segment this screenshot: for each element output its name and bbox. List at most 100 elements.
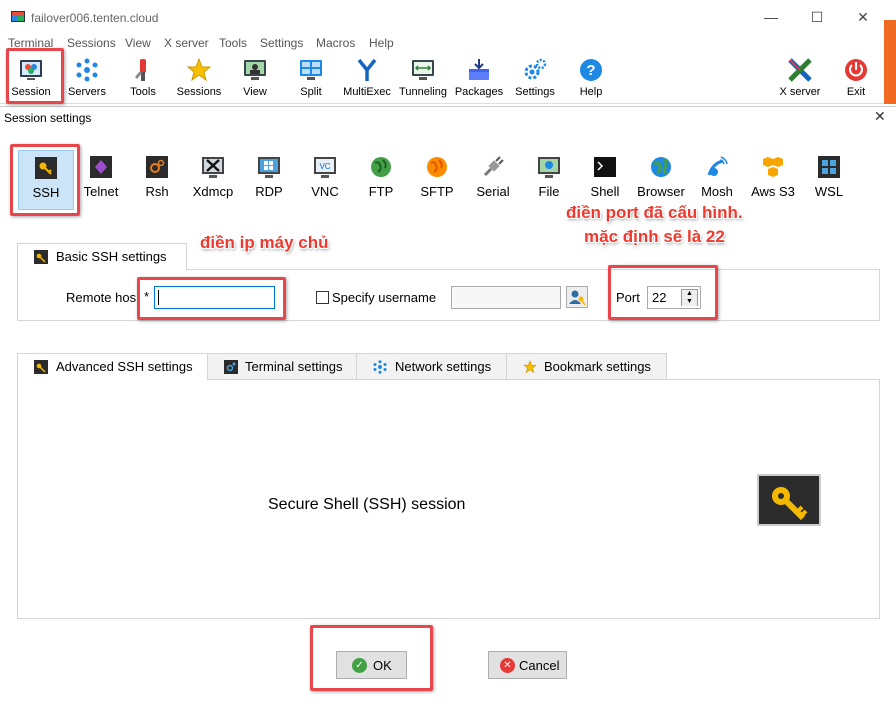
svg-text:?: ? xyxy=(586,62,595,79)
session-type-ftp-label: FTP xyxy=(368,184,394,199)
minimize-button[interactable]: — xyxy=(748,5,794,29)
toolbar-tools-button[interactable]: Tools xyxy=(115,54,171,102)
session-type-shell[interactable]: Shell xyxy=(577,150,633,210)
toolbar-settings-label: Settings xyxy=(515,86,555,98)
toolbar-sessions-label: Sessions xyxy=(176,86,222,98)
rsh-icon xyxy=(146,156,168,178)
session-icon xyxy=(20,60,42,80)
tab-network-settings-label: Network settings xyxy=(395,359,492,374)
menu-macros[interactable]: Macros xyxy=(316,36,355,50)
svg-text:VC: VC xyxy=(319,162,330,171)
remote-host-input[interactable] xyxy=(154,286,275,309)
toolbar-session-button[interactable]: Session xyxy=(3,54,59,102)
session-type-rsh-label: Rsh xyxy=(145,184,169,199)
session-type-file[interactable]: File xyxy=(521,150,577,210)
toolbar-view-label: View xyxy=(243,86,267,98)
window-close-button[interactable]: ✕ xyxy=(840,5,886,29)
toolbar-sessions-button[interactable]: Sessions xyxy=(171,54,227,102)
session-type-rdp[interactable]: RDP xyxy=(241,150,297,210)
telnet-icon xyxy=(90,156,112,178)
session-description: Secure Shell (SSH) session xyxy=(268,496,466,513)
toolbar-view-button[interactable]: View xyxy=(227,54,283,102)
toolbar-packages-button[interactable]: Packages xyxy=(451,54,507,102)
text-caret xyxy=(158,290,159,305)
vnc-icon: VC xyxy=(314,157,336,178)
spin-down-icon[interactable]: ▼ xyxy=(682,298,697,306)
ok-button[interactable]: ✓ OK xyxy=(336,651,407,679)
tab-advanced-ssh-label: Advanced SSH settings xyxy=(56,359,193,374)
session-type-ssh-label: SSH xyxy=(32,185,60,200)
xdmcp-icon xyxy=(202,157,224,178)
session-type-awss3[interactable]: Aws S3 xyxy=(745,150,801,210)
basic-settings-panel: Remote hos * Specify username Port 22 ▲ … xyxy=(17,269,880,321)
menu-xserver[interactable]: X server xyxy=(164,36,209,50)
toolbar-help-button[interactable]: ? Help xyxy=(563,54,619,102)
session-type-xdmcp[interactable]: Xdmcp xyxy=(185,150,241,210)
session-type-awss3-label: Aws S3 xyxy=(751,184,795,199)
help-icon: ? xyxy=(580,59,602,81)
session-type-mosh-label: Mosh xyxy=(701,184,733,199)
toolbar-tunneling-button[interactable]: Tunneling xyxy=(395,54,451,102)
tab-bookmark-settings-label: Bookmark settings xyxy=(544,359,651,374)
mosh-antenna-icon xyxy=(707,156,728,176)
toolbar-xserver-button[interactable]: X server xyxy=(772,54,828,102)
toolbar-packages-label: Packages xyxy=(454,86,504,98)
session-type-xdmcp-label: Xdmcp xyxy=(192,184,234,199)
session-type-file-label: File xyxy=(538,184,560,199)
tab-bookmark-settings[interactable]: Bookmark settings xyxy=(506,353,667,380)
packages-icon xyxy=(469,59,489,80)
tab-basic-ssh-settings[interactable]: Basic SSH settings xyxy=(17,243,187,270)
tab-advanced-ssh-settings[interactable]: Advanced SSH settings xyxy=(17,353,208,380)
dialog-title: Session settings xyxy=(4,111,92,125)
session-type-telnet-label: Telnet xyxy=(83,184,119,199)
tab-terminal-settings[interactable]: Terminal settings xyxy=(207,353,357,380)
sftp-globe-icon xyxy=(427,157,447,177)
session-type-vnc[interactable]: VC VNC xyxy=(297,150,353,210)
toolbar-settings-button[interactable]: Settings xyxy=(507,54,563,102)
menu-view[interactable]: View xyxy=(125,36,151,50)
session-type-telnet[interactable]: Telnet xyxy=(73,150,129,210)
toolbar-multiexec-button[interactable]: MultiExec xyxy=(339,54,395,102)
maximize-button[interactable]: ☐ xyxy=(794,5,840,29)
session-type-wsl[interactable]: WSL xyxy=(801,150,857,210)
view-icon xyxy=(244,60,266,80)
ssh-key-small-icon xyxy=(34,360,48,374)
session-type-sftp-label: SFTP xyxy=(420,184,454,199)
port-spinner[interactable]: 22 ▲ ▼ xyxy=(647,286,701,309)
split-icon xyxy=(300,60,322,80)
toolbar-multiexec-label: MultiExec xyxy=(343,86,391,98)
session-type-mosh[interactable]: Mosh xyxy=(689,150,745,210)
user-key-icon xyxy=(569,290,586,306)
menu-terminal[interactable]: Terminal xyxy=(8,36,53,50)
check-icon: ✓ xyxy=(352,658,367,673)
tab-network-settings[interactable]: Network settings xyxy=(356,353,507,380)
ssh-key-icon xyxy=(35,157,57,179)
session-type-browser-label: Browser xyxy=(637,184,685,199)
toolbar-exit-button[interactable]: Exit xyxy=(828,54,884,102)
menu-settings[interactable]: Settings xyxy=(260,36,303,50)
menu-tools[interactable]: Tools xyxy=(219,36,247,50)
specify-username-checkbox[interactable] xyxy=(316,291,329,304)
dialog-top-divider xyxy=(0,106,896,107)
toolbar-split-button[interactable]: Split xyxy=(283,54,339,102)
file-icon xyxy=(538,157,560,178)
user-credentials-button[interactable] xyxy=(566,286,588,308)
session-type-browser[interactable]: Browser xyxy=(633,150,689,210)
session-type-serial[interactable]: Serial xyxy=(465,150,521,210)
menu-sessions[interactable]: Sessions xyxy=(67,36,116,50)
port-spinner-arrows[interactable]: ▲ ▼ xyxy=(681,289,698,306)
shell-terminal-icon xyxy=(594,157,616,177)
serial-plug-icon xyxy=(483,156,504,177)
dialog-close-button[interactable]: ✕ xyxy=(874,108,886,125)
spin-up-icon[interactable]: ▲ xyxy=(682,290,697,298)
terminal-settings-icon xyxy=(224,360,238,374)
session-type-ssh[interactable]: SSH xyxy=(18,150,74,210)
session-type-sftp[interactable]: SFTP xyxy=(409,150,465,210)
cancel-button[interactable]: ✕ Cancel xyxy=(488,651,567,679)
menu-help[interactable]: Help xyxy=(369,36,394,50)
session-type-rsh[interactable]: Rsh xyxy=(129,150,185,210)
session-type-ftp[interactable]: FTP xyxy=(353,150,409,210)
username-input[interactable] xyxy=(451,286,561,309)
ftp-globe-icon xyxy=(371,157,391,177)
toolbar-servers-button[interactable]: Servers xyxy=(59,54,115,102)
